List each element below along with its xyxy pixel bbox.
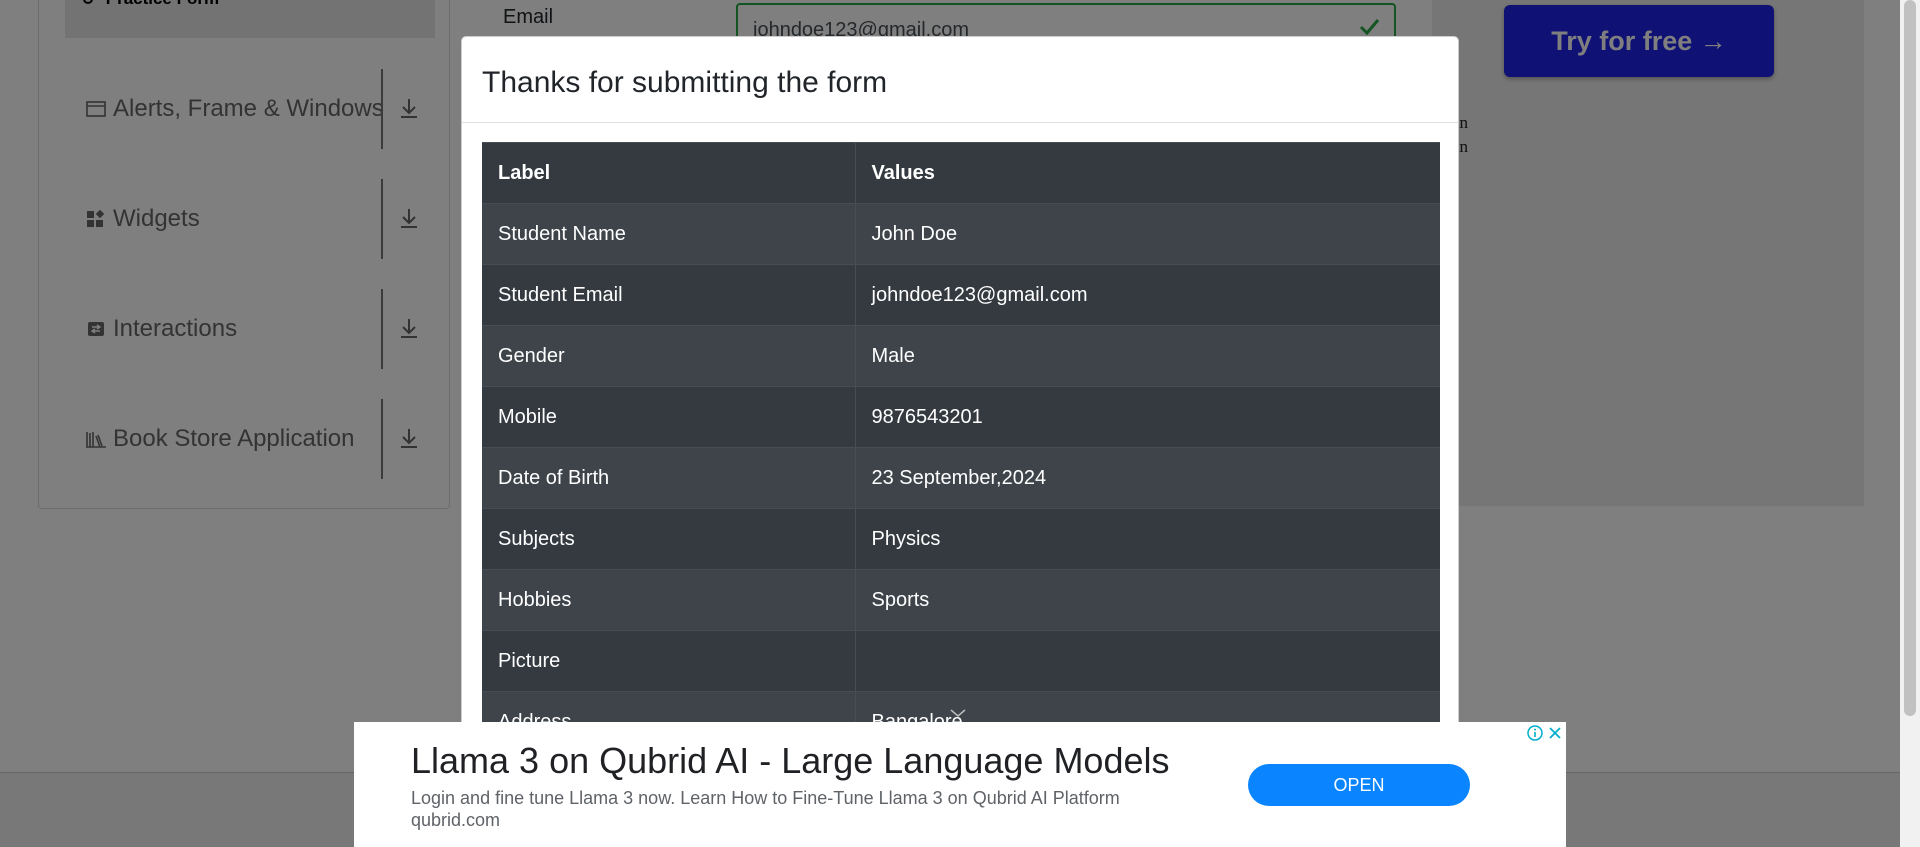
table-row: Student Name John Doe <box>482 203 1440 265</box>
table-row: Date of Birth 23 September,2024 <box>482 447 1440 509</box>
ad-choices <box>1526 724 1564 742</box>
row-label: Date of Birth <box>482 447 856 509</box>
close-icon[interactable] <box>1546 724 1564 742</box>
row-value: Physics <box>855 508 1440 570</box>
page-scrollbar[interactable] <box>1900 0 1920 847</box>
row-label: Student Email <box>482 264 856 326</box>
table-row: Student Email johndoe123@gmail.com <box>482 264 1440 326</box>
row-value <box>855 630 1440 692</box>
row-value: 23 September,2024 <box>855 447 1440 509</box>
ad-open-button[interactable]: OPEN <box>1248 764 1470 806</box>
table-row: Mobile 9876543201 <box>482 386 1440 448</box>
info-icon[interactable] <box>1526 724 1544 742</box>
ad-domain: qubrid.com <box>411 810 501 830</box>
table-row: Gender Male <box>482 325 1440 387</box>
table-row: Hobbies Sports <box>482 569 1440 631</box>
modal-header: Thanks for submitting the form <box>462 37 1458 123</box>
column-header-values: Values <box>855 142 1440 204</box>
row-label: Gender <box>482 325 856 387</box>
row-label: Subjects <box>482 508 856 570</box>
row-value: Male <box>855 325 1440 387</box>
row-value: 9876543201 <box>855 386 1440 448</box>
row-value: John Doe <box>855 203 1440 265</box>
row-value: Sports <box>855 569 1440 631</box>
table-row: Subjects Physics <box>482 508 1440 570</box>
ad-description: Login and fine tune Llama 3 now. Learn H… <box>411 788 1120 808</box>
submission-table: Label Values Student Name John Doe Stude… <box>482 142 1440 753</box>
modal-title: Thanks for submitting the form <box>482 65 888 99</box>
row-label: Hobbies <box>482 569 856 631</box>
table-header-row: Label Values <box>482 142 1440 204</box>
row-value: johndoe123@gmail.com <box>855 264 1440 326</box>
ad-title[interactable]: Llama 3 on Qubrid AI - Large Language Mo… <box>411 740 1170 782</box>
bottom-ad-banner[interactable]: Llama 3 on Qubrid AI - Large Language Mo… <box>354 722 1566 847</box>
row-label: Student Name <box>482 203 856 265</box>
table-row: Picture <box>482 630 1440 692</box>
scrollbar-thumb[interactable] <box>1904 0 1916 716</box>
row-label: Mobile <box>482 386 856 448</box>
row-label: Picture <box>482 630 856 692</box>
chevron-down-icon[interactable] <box>948 706 968 720</box>
column-header-label: Label <box>482 142 856 204</box>
